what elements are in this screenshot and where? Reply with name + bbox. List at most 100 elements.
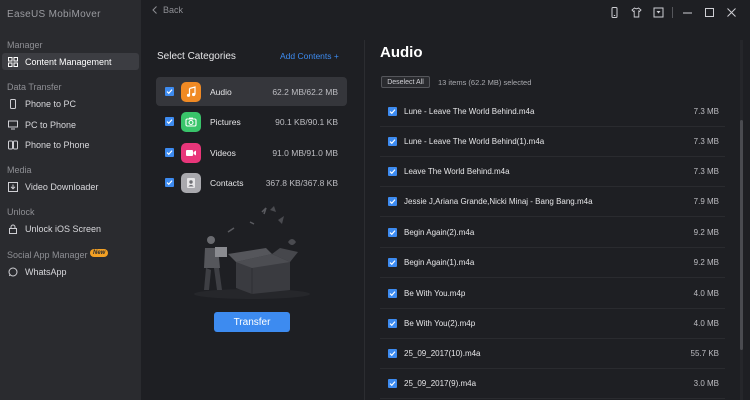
file-row[interactable]: Be With You.m4p 4.0 MB xyxy=(380,279,725,309)
sidebar-item-label: Video Downloader xyxy=(25,181,99,192)
sidebar-item-whatsapp[interactable]: WhatsApp xyxy=(2,263,139,280)
file-name: Lune - Leave The World Behind.m4a xyxy=(404,107,535,116)
checkbox[interactable] xyxy=(165,87,174,96)
section-label-social-app-manager: Social App Manager xyxy=(7,250,88,260)
category-contacts[interactable]: Contacts 367.8 KB/367.8 KB xyxy=(156,168,347,197)
section-label-manager: Manager xyxy=(7,40,43,50)
file-size: 55.7 KB xyxy=(690,349,719,358)
check-icon xyxy=(166,89,173,95)
video-icon xyxy=(181,142,201,163)
file-size: 4.0 MB xyxy=(693,289,719,298)
sidebar-item-pc-to-phone[interactable]: PC to Phone xyxy=(2,116,139,133)
file-row[interactable]: Begin Again(2).m4a 9.2 MB xyxy=(380,218,725,248)
file-row[interactable]: Lune - Leave The World Behind(1).m4a 7.3… xyxy=(380,127,725,157)
close-button[interactable] xyxy=(720,3,742,21)
file-name: Jessie J,Ariana Grande,Nicki Minaj - Ban… xyxy=(404,197,593,206)
category-pictures[interactable]: Pictures 90.1 KB/90.1 KB xyxy=(156,107,347,136)
section-label-data-transfer: Data Transfer xyxy=(7,82,62,92)
scrollbar-thumb[interactable] xyxy=(740,120,743,350)
sidebar-item-phone-to-phone[interactable]: Phone to Phone xyxy=(2,136,139,153)
checkbox[interactable] xyxy=(388,137,397,146)
check-icon xyxy=(389,230,396,236)
camera-icon xyxy=(181,111,201,132)
checkbox[interactable] xyxy=(388,379,397,388)
close-icon xyxy=(726,7,736,17)
back-label: Back xyxy=(163,5,184,15)
download-icon xyxy=(8,181,18,192)
window-controls-divider xyxy=(672,6,673,18)
checkbox[interactable] xyxy=(388,289,397,298)
sidebar-item-label: Content Management xyxy=(25,56,112,67)
file-row[interactable]: 25_09_2017(9).m4a 3.0 MB xyxy=(380,369,725,399)
checkbox[interactable] xyxy=(165,148,174,157)
file-size: 3.0 MB xyxy=(693,379,719,388)
file-row[interactable]: Leave The World Behind.m4a 7.3 MB xyxy=(380,157,725,187)
category-name: Videos xyxy=(210,147,236,158)
file-size: 7.3 MB xyxy=(693,137,719,146)
category-audio[interactable]: Audio 62.2 MB/62.2 MB xyxy=(156,77,347,106)
category-name: Audio xyxy=(210,86,232,97)
categories-title: Select Categories xyxy=(157,51,236,62)
check-icon xyxy=(389,169,396,175)
sidebar-item-label: WhatsApp xyxy=(25,266,67,277)
checkbox[interactable] xyxy=(388,107,397,116)
category-size: 367.8 KB/367.8 KB xyxy=(265,177,338,188)
transfer-button[interactable]: Transfer xyxy=(214,312,290,332)
minimize-button[interactable] xyxy=(676,3,698,21)
file-row[interactable]: Jessie J,Ariana Grande,Nicki Minaj - Ban… xyxy=(380,187,725,217)
sidebar: EaseUS MobiMover Manager Content Managem… xyxy=(0,0,141,400)
check-icon xyxy=(389,139,396,145)
file-row[interactable]: 25_09_2017(10).m4a 55.7 KB xyxy=(380,339,725,369)
sidebar-item-phone-to-pc[interactable]: Phone to PC xyxy=(2,95,139,112)
checkbox[interactable] xyxy=(388,228,397,237)
file-row[interactable]: Begin Again(1).m4a 9.2 MB xyxy=(380,248,725,278)
sidebar-item-label: PC to Phone xyxy=(25,119,77,130)
music-icon xyxy=(181,81,201,102)
checkbox[interactable] xyxy=(388,349,397,358)
lock-icon xyxy=(8,224,18,234)
file-name: 25_09_2017(9).m4a xyxy=(404,379,477,388)
check-icon xyxy=(389,291,396,297)
sidebar-item-unlock-ios-screen[interactable]: Unlock iOS Screen xyxy=(2,220,139,237)
file-row[interactable]: Lune - Leave The World Behind.m4a 7.3 MB xyxy=(380,97,725,127)
device-button[interactable] xyxy=(603,3,625,21)
file-size: 9.2 MB xyxy=(693,228,719,237)
section-label-unlock: Unlock xyxy=(7,207,35,217)
category-videos[interactable]: Videos 91.0 MB/91.0 MB xyxy=(156,138,347,167)
back-button[interactable]: Back xyxy=(151,5,183,15)
sidebar-item-content-management[interactable]: Content Management xyxy=(2,53,139,70)
checkbox[interactable] xyxy=(165,117,174,126)
add-contents-link[interactable]: Add Contents + xyxy=(280,51,339,61)
category-size: 62.2 MB/62.2 MB xyxy=(272,86,338,97)
contacts-icon xyxy=(181,172,201,193)
checkbox[interactable] xyxy=(165,178,174,187)
file-size: 7.9 MB xyxy=(693,197,719,206)
file-size: 4.0 MB xyxy=(693,319,719,328)
deselect-all-button[interactable]: Deselect All xyxy=(381,76,430,88)
section-label-media: Media xyxy=(7,165,32,175)
transfer-illustration xyxy=(194,206,310,299)
window-controls xyxy=(603,3,742,21)
panel-divider xyxy=(364,40,365,400)
content-title: Audio xyxy=(380,44,423,61)
whatsapp-icon xyxy=(8,267,18,277)
sidebar-item-video-downloader[interactable]: Video Downloader xyxy=(2,178,139,195)
check-icon xyxy=(166,119,173,125)
grid-icon xyxy=(8,56,18,67)
checkbox[interactable] xyxy=(388,319,397,328)
checkbox[interactable] xyxy=(388,258,397,267)
check-icon xyxy=(389,351,396,357)
sidebar-item-label: Unlock iOS Screen xyxy=(25,223,102,234)
sidebar-item-label: Phone to PC xyxy=(25,98,77,109)
file-row[interactable]: Be With You(2).m4p 4.0 MB xyxy=(380,309,725,339)
checkbox[interactable] xyxy=(388,197,397,206)
category-size: 90.1 KB/90.1 KB xyxy=(275,116,338,127)
check-icon xyxy=(389,109,396,115)
checkbox[interactable] xyxy=(388,167,397,176)
download-manager-button[interactable] xyxy=(647,3,669,21)
check-icon xyxy=(389,199,396,205)
file-size: 9.2 MB xyxy=(693,258,719,267)
maximize-button[interactable] xyxy=(698,3,720,21)
theme-button[interactable] xyxy=(625,3,647,21)
phones-icon xyxy=(8,140,18,150)
